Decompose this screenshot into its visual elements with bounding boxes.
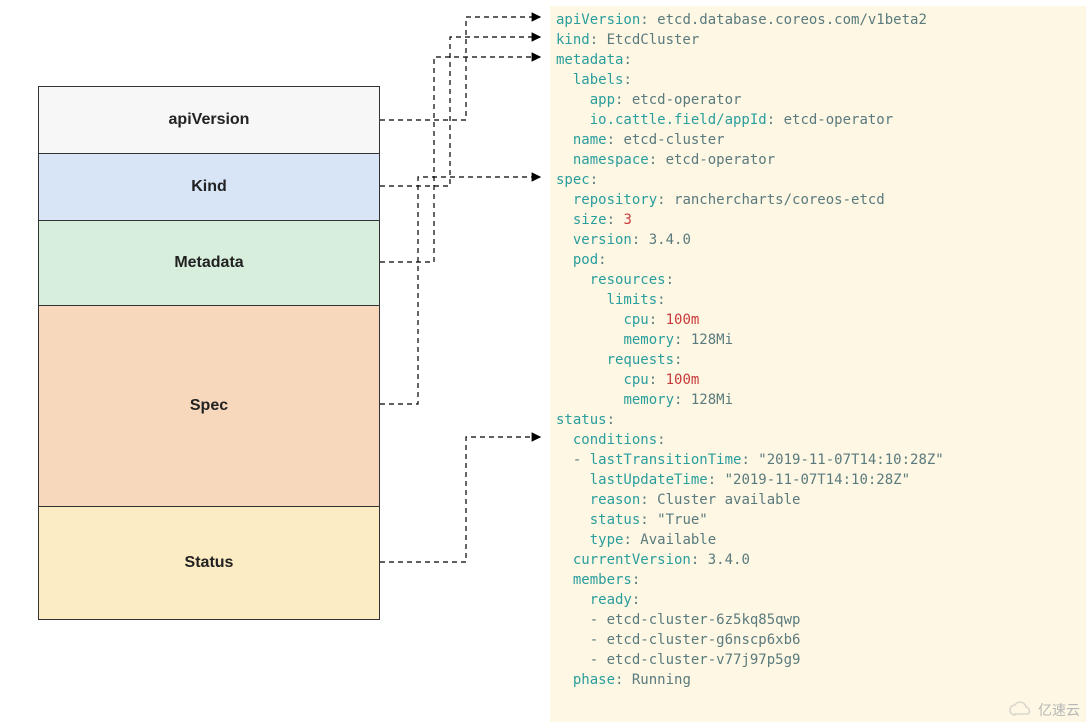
box-metadata: Metadata <box>39 221 379 306</box>
yaml-num: 3 <box>623 212 631 228</box>
yaml-val: etcd.database.coreos.com/v1beta2 <box>657 12 927 28</box>
yaml-key: metadata <box>556 52 623 68</box>
yaml-key: pod <box>573 252 598 268</box>
yaml-val: etcd-cluster-6z5kq85qwp <box>607 612 801 628</box>
yaml-key: type <box>590 532 624 548</box>
yaml-val: EtcdCluster <box>607 32 700 48</box>
yaml-key: conditions <box>573 432 657 448</box>
yaml-num: 100m <box>666 372 700 388</box>
box-label: Status <box>185 554 234 572</box>
diagram-stage: apiVersion Kind Metadata Spec Status api… <box>0 0 1092 728</box>
yaml-val: Available <box>640 532 716 548</box>
box-label: apiVersion <box>169 111 250 129</box>
yaml-key: spec <box>556 172 590 188</box>
watermark-text: 亿速云 <box>1038 700 1080 720</box>
yaml-val: etcd-cluster-g6nscp6xb6 <box>607 632 801 648</box>
yaml-key: status <box>590 512 641 528</box>
yaml-key: phase <box>573 672 615 688</box>
yaml-key: kind <box>556 32 590 48</box>
box-apiversion: apiVersion <box>39 87 379 154</box>
yaml-val: "2019-11-07T14:10:28Z" <box>725 472 910 488</box>
yaml-key: labels <box>573 72 624 88</box>
yaml-key: currentVersion <box>573 552 691 568</box>
watermark: 亿速云 <box>1008 700 1080 720</box>
yaml-val: 3.4.0 <box>649 232 691 248</box>
cloud-icon <box>1008 701 1034 719</box>
crd-structure-boxes: apiVersion Kind Metadata Spec Status <box>38 86 380 620</box>
yaml-val: "2019-11-07T14:10:28Z" <box>758 452 943 468</box>
yaml-key: status <box>556 412 607 428</box>
yaml-panel: apiVersion: etcd.database.coreos.com/v1b… <box>550 6 1086 722</box>
yaml-key: limits <box>607 292 658 308</box>
yaml-key: cpu <box>623 372 648 388</box>
yaml-val: etcd-operator <box>666 152 776 168</box>
yaml-key: members <box>573 572 632 588</box>
yaml-val: etcd-operator <box>632 92 742 108</box>
yaml-key: resources <box>590 272 666 288</box>
yaml-key: memory <box>623 332 674 348</box>
yaml-key: io.cattle.field/appId <box>590 112 767 128</box>
yaml-val: etcd-cluster <box>623 132 724 148</box>
yaml-key: ready <box>590 592 632 608</box>
box-kind: Kind <box>39 154 379 221</box>
yaml-key: reason <box>590 492 641 508</box>
box-label: Kind <box>191 178 227 196</box>
yaml-key: lastUpdateTime <box>590 472 708 488</box>
yaml-val: etcd-operator <box>784 112 894 128</box>
box-label: Spec <box>190 397 228 415</box>
yaml-val: ranchercharts/coreos-etcd <box>674 192 885 208</box>
yaml-num: 100m <box>666 312 700 328</box>
connector-status <box>380 437 540 562</box>
box-label: Metadata <box>174 254 243 272</box>
yaml-key: cpu <box>623 312 648 328</box>
yaml-val: 128Mi <box>691 392 733 408</box>
yaml-key: name <box>573 132 607 148</box>
yaml-key: namespace <box>573 152 649 168</box>
box-spec: Spec <box>39 306 379 507</box>
yaml-key: repository <box>573 192 657 208</box>
yaml-key: memory <box>623 392 674 408</box>
yaml-val: Running <box>632 672 691 688</box>
yaml-key: version <box>573 232 632 248</box>
yaml-key: app <box>590 92 615 108</box>
yaml-key: apiVersion <box>556 12 640 28</box>
yaml-val: Cluster available <box>657 492 800 508</box>
connector-metadata <box>380 57 540 262</box>
box-status: Status <box>39 507 379 619</box>
connector-apiversion <box>380 17 540 120</box>
yaml-val: 128Mi <box>691 332 733 348</box>
yaml-val: "True" <box>657 512 708 528</box>
yaml-val: etcd-cluster-v77j97p5g9 <box>607 652 801 668</box>
yaml-key: lastTransitionTime <box>590 452 742 468</box>
yaml-val: 3.4.0 <box>708 552 750 568</box>
yaml-key: requests <box>607 352 674 368</box>
connector-spec <box>380 177 540 404</box>
connector-kind <box>380 37 540 186</box>
yaml-key: size <box>573 212 607 228</box>
